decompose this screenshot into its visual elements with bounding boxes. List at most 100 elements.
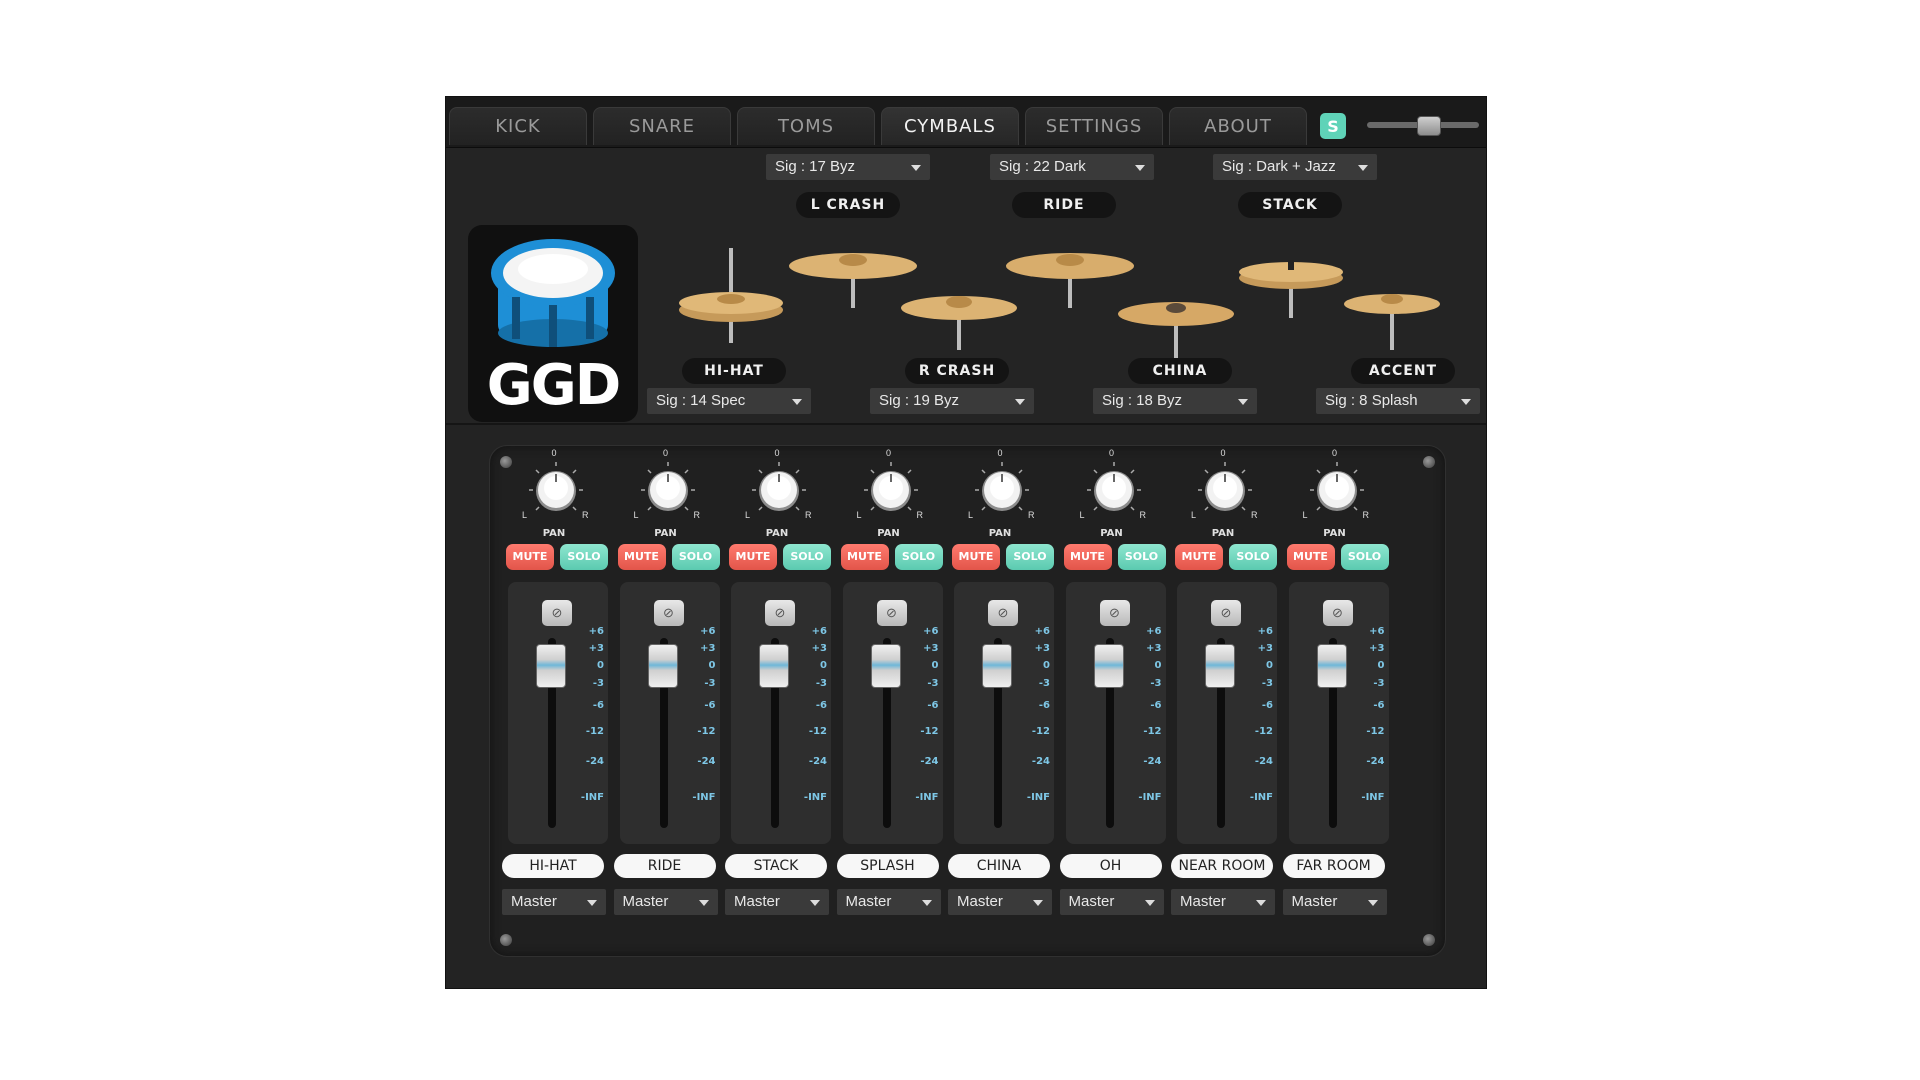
output-select[interactable]: Master [836,889,941,915]
s-button[interactable]: S [1320,113,1346,139]
mute-button[interactable]: MUTE [840,544,889,570]
link-button[interactable]: ⊘ [1322,600,1353,626]
tab-cymbals[interactable]: CYMBALS [881,107,1019,145]
chevron-down-icon [1015,399,1025,405]
pan-knob[interactable] [1195,460,1255,520]
stack-cymbal-select[interactable]: Sig : Dark + Jazz [1213,154,1377,180]
fader-scale-tick: +6 [923,626,939,637]
solo-button[interactable]: SOLO [783,544,831,570]
solo-button[interactable]: SOLO [1006,544,1054,570]
channel-name[interactable]: NEAR ROOM [1171,854,1273,878]
output-select[interactable]: Master [725,889,829,915]
channel-name[interactable]: HI-HAT [502,854,604,878]
chevron-down-icon [1256,900,1266,906]
r-crash-cymbal-image[interactable] [899,280,1019,350]
fader-scale-tick: -12 [1254,726,1273,737]
fader-handle[interactable] [647,644,678,688]
hi-hat-cymbal-select[interactable]: Sig : 14 Spec [647,388,811,414]
stack-cymbal-image[interactable] [1236,248,1346,318]
tab-kick[interactable]: KICK [449,107,587,145]
fader-scale-tick: -6 [1150,700,1162,711]
accent-cymbal-select[interactable]: Sig : 8 Splash [1316,388,1480,414]
tab-snare[interactable]: SNARE [593,107,731,145]
l-crash-cymbal-select[interactable]: Sig : 17 Byz [766,154,930,180]
fader-scale-tick: 0 [1266,660,1273,671]
channel-name[interactable]: CHINA [948,854,1050,878]
pan-knob[interactable] [1307,460,1367,520]
mute-button[interactable]: MUTE [952,544,1000,570]
fader-scale-tick: -6 [1373,700,1385,711]
mute-button[interactable]: MUTE [617,544,666,570]
l-crash-cymbal-value: Sig : 17 Byz [775,158,856,175]
china-cymbal-select[interactable]: Sig : 18 Byz [1093,388,1257,414]
pan-knob[interactable] [638,460,698,520]
fader-handle[interactable] [1316,644,1347,688]
fader-scale-tick: +6 [588,626,604,637]
hi-hat-cymbal-image[interactable] [671,248,791,343]
channel-name[interactable]: FAR ROOM [1282,854,1385,878]
output-select[interactable]: Master [613,889,718,915]
fader-handle[interactable] [870,644,901,688]
volume-slider-thumb[interactable] [1416,116,1441,136]
chevron-down-icon [698,900,709,906]
mixer-panel: 0 L R PAN MUTE SOLO ⊘ +6 +3 0 -3 -6 -12 -24 -IN… [489,445,1446,957]
logo-text: GGD [486,353,621,418]
channel-name[interactable]: STACK [725,854,827,878]
solo-button[interactable]: SOLO [1340,544,1389,570]
link-button[interactable]: ⊘ [988,600,1018,626]
output-select[interactable]: Master [1059,889,1164,915]
stack-label: STACK [1238,192,1342,218]
tab-settings[interactable]: SETTINGS [1025,107,1163,145]
accent-cymbal-image[interactable] [1342,280,1442,350]
fader-scale-tick: -12 [1031,726,1050,737]
channel-name[interactable]: RIDE [613,854,716,878]
mute-button[interactable]: MUTE [1063,544,1112,570]
pan-knob[interactable] [749,460,809,520]
pan-knob[interactable] [972,460,1032,520]
fader-handle[interactable] [536,644,566,688]
cymbal-panel: GGD Sig : 17 Byz Sig : 22 Dark Sig : Dar… [446,148,1486,423]
link-button[interactable]: ⊘ [765,600,795,626]
fader-scale: +6 +3 0 -3 -6 -12 -24 -INF [572,582,608,844]
channel-name[interactable]: OH [1059,854,1162,878]
solo-button[interactable]: SOLO [671,544,720,570]
fader-handle[interactable] [982,644,1012,688]
solo-button[interactable]: SOLO [894,544,943,570]
ride-cymbal-select[interactable]: Sig : 22 Dark [990,154,1154,180]
solo-button[interactable]: SOLO [560,544,608,570]
link-button[interactable]: ⊘ [542,600,572,626]
pan-knob[interactable] [861,460,921,520]
pan-knob[interactable] [1084,460,1144,520]
china-cymbal-image[interactable] [1116,288,1236,358]
pan-right-mark: R [916,510,924,520]
fader-scale-tick: -3 [1261,678,1273,689]
mute-button[interactable]: MUTE [1175,544,1223,570]
output-select[interactable]: Master [502,889,606,915]
link-button[interactable]: ⊘ [653,600,684,626]
pan-knob[interactable] [526,460,586,520]
link-button[interactable]: ⊘ [1099,600,1130,626]
fader-handle[interactable] [1205,644,1235,688]
fader-scale-tick: +3 [923,643,939,654]
channel-splash: 0 L R PAN MUTE SOLO ⊘ +6 +3 0 -3 -6 -12 -24 -IN… [836,446,943,956]
solo-button[interactable]: SOLO [1229,544,1277,570]
fader-handle[interactable] [759,644,789,688]
fader-handle[interactable] [1093,644,1124,688]
output-select[interactable]: Master [1282,889,1387,915]
tab-bar: KICK SNARE TOMS CYMBALS SETTINGS ABOUT S [446,97,1486,148]
tab-about[interactable]: ABOUT [1169,107,1307,145]
channel-name[interactable]: SPLASH [836,854,939,878]
link-button[interactable]: ⊘ [876,600,907,626]
link-button[interactable]: ⊘ [1211,600,1241,626]
mute-button[interactable]: MUTE [729,544,777,570]
fader-scale-tick: -12 [1366,726,1385,737]
output-select[interactable]: Master [948,889,1052,915]
output-select[interactable]: Master [1171,889,1275,915]
fader-scale-tick: 0 [597,660,604,671]
r-crash-cymbal-select[interactable]: Sig : 19 Byz [870,388,1034,414]
mute-button[interactable]: MUTE [1286,544,1335,570]
fader-scale-tick: -3 [1150,678,1162,689]
solo-button[interactable]: SOLO [1117,544,1166,570]
mute-button[interactable]: MUTE [506,544,554,570]
tab-toms[interactable]: TOMS [737,107,875,145]
